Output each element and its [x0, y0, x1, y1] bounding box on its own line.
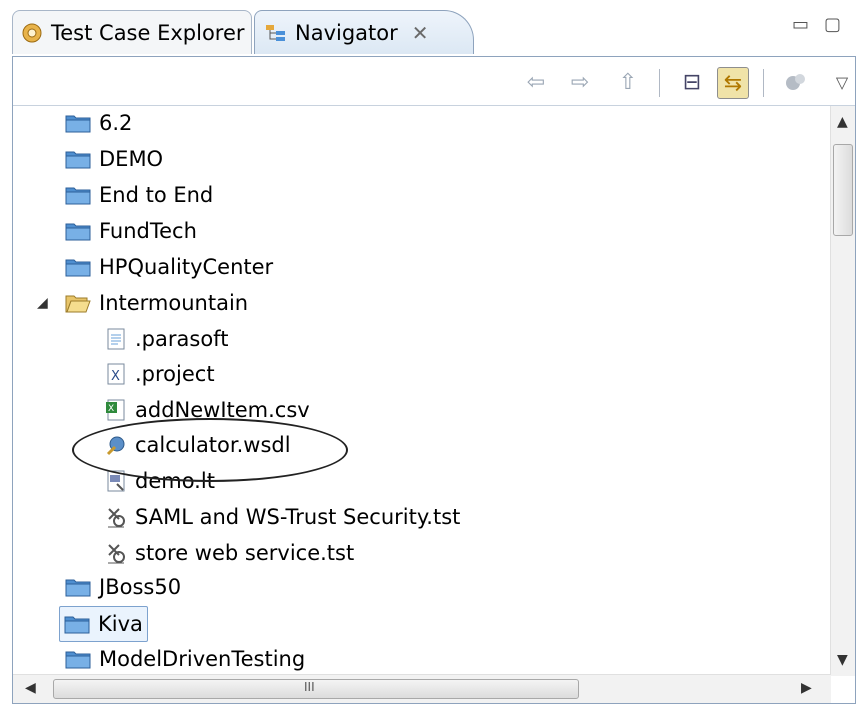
tree-item[interactable]: .parasoft [105, 322, 228, 356]
tree-item-label: .parasoft [135, 327, 229, 351]
navigator-tree-icon [265, 22, 287, 44]
tree-item-label: store web service.tst [135, 541, 355, 565]
navigator-tree: 6.2 DEMO End to End FundTech HPQualityCenter… [13, 106, 831, 676]
svg-text:X: X [108, 404, 114, 414]
tree-item-label: Intermountain [99, 291, 249, 315]
tree-item[interactable]: 6.2 [65, 106, 132, 140]
folder-icon [65, 648, 91, 670]
navigator-view: Test Case Explorer Navigator ✕ ▭ ▢ ⇦ ⇨ ⇧… [0, 0, 856, 708]
folder-icon [65, 112, 91, 134]
tree-item-label: HPQualityCenter [99, 255, 274, 279]
toolbar-separator [659, 69, 660, 97]
vertical-scroll-thumb[interactable] [833, 144, 853, 236]
up-icon[interactable]: ⇧ [613, 67, 643, 97]
svg-text:X: X [111, 369, 120, 384]
tree-item-label: .project [135, 362, 215, 386]
tree-item-label: DEMO [99, 147, 164, 171]
tree-item-label: addNewItem.csv [135, 398, 310, 422]
horizontal-scroll-thumb[interactable]: III [53, 679, 579, 699]
close-icon[interactable]: ✕ [412, 21, 429, 45]
tree-item-label: JBoss50 [99, 575, 182, 599]
wsdl-file-icon [105, 434, 127, 456]
view-toolbar: ⇦ ⇨ ⇧ ⊟ ⇆ ▽ [13, 57, 855, 106]
tree-item[interactable]: HPQualityCenter [65, 250, 273, 284]
tree-item[interactable]: DEMO [65, 142, 163, 176]
scroll-grip: III [304, 680, 315, 694]
link-with-editor-icon[interactable]: ⇆ [717, 67, 749, 99]
gear-cluster-icon [21, 22, 43, 44]
tree-item-label: demo.lt [135, 469, 215, 493]
maximize-icon[interactable]: ▢ [824, 14, 841, 35]
tab-label: Test Case Explorer [51, 20, 245, 45]
tab-bar: Test Case Explorer Navigator ✕ ▭ ▢ [0, 0, 856, 58]
navigator-panel: ⇦ ⇨ ⇧ ⊟ ⇆ ▽ 6.2 DEMO End to End FundTech HPQ… [12, 56, 856, 704]
tree-item-label: 6.2 [99, 111, 133, 135]
tree-item[interactable]: ModelDrivenTesting [65, 642, 305, 676]
toolbar-separator [763, 69, 764, 97]
text-file-icon [105, 328, 127, 350]
tree-item-label: Kiva [98, 612, 143, 636]
tree-item[interactable]: SAML and WS-Trust Security.tst [105, 500, 460, 534]
scroll-down-icon[interactable]: ▼ [837, 652, 848, 668]
tree-item[interactable]: demo.lt [105, 464, 215, 498]
tree-item[interactable]: End to End [65, 178, 213, 212]
tree-item[interactable]: FundTech [65, 214, 197, 248]
tree-item[interactable]: X .project [105, 357, 215, 391]
filters-icon[interactable] [781, 67, 811, 97]
csv-file-icon: X [105, 399, 127, 421]
tree-item[interactable]: JBoss50 [65, 570, 181, 604]
tree-item[interactable]: store web service.tst [105, 536, 354, 570]
folder-icon [64, 613, 90, 635]
tree-item[interactable]: ◢ Intermountain [37, 286, 249, 320]
load-test-icon [105, 470, 127, 492]
tree-item-label: SAML and WS-Trust Security.tst [135, 505, 461, 529]
view-menu-icon[interactable]: ▽ [827, 67, 856, 97]
tree-item-label: FundTech [99, 219, 197, 243]
collapse-all-icon[interactable]: ⊟ [677, 67, 707, 97]
test-suite-icon [105, 542, 127, 564]
tab-test-case-explorer[interactable]: Test Case Explorer [12, 10, 252, 54]
folder-icon [65, 576, 91, 598]
tab-label: Navigator [295, 20, 398, 45]
tree-item[interactable]: Kiva [59, 606, 148, 642]
scroll-up-icon[interactable]: ▲ [837, 114, 848, 130]
back-icon[interactable]: ⇦ [521, 67, 551, 97]
scroll-right-icon[interactable]: ▶ [801, 680, 812, 696]
tree-item[interactable]: XaddNewItem.csv [105, 393, 310, 427]
tree-item-label: ModelDrivenTesting [99, 647, 306, 671]
test-suite-icon [105, 506, 127, 528]
expanded-twisty-icon[interactable]: ◢ [37, 295, 48, 311]
folder-icon [65, 220, 91, 242]
folder-icon [65, 148, 91, 170]
tree-item-label: calculator.wsdl [135, 433, 291, 457]
tab-navigator[interactable]: Navigator ✕ [254, 10, 474, 54]
vertical-scrollbar[interactable]: ▲ ▼ [830, 106, 855, 676]
open-folder-icon [65, 292, 91, 314]
forward-icon[interactable]: ⇨ [565, 67, 595, 97]
tree-item-label: End to End [99, 183, 214, 207]
folder-icon [65, 256, 91, 278]
folder-icon [65, 184, 91, 206]
scroll-left-icon[interactable]: ◀ [25, 680, 36, 696]
xml-project-icon: X [105, 363, 127, 385]
tree-item[interactable]: calculator.wsdl [105, 428, 291, 462]
horizontal-scrollbar[interactable]: ◀ III ▶ [13, 674, 831, 703]
minimize-icon[interactable]: ▭ [792, 14, 809, 35]
